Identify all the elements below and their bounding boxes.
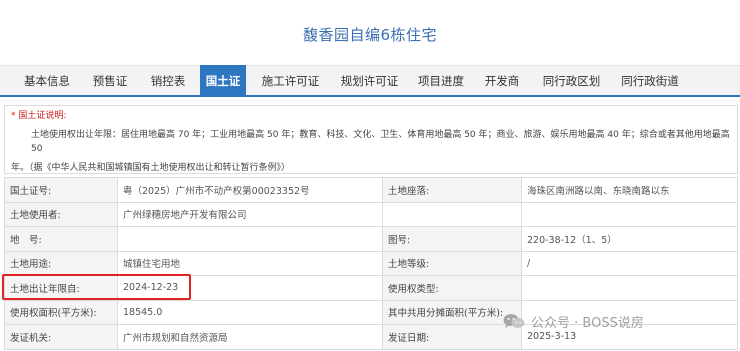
tab-construction-permit[interactable]: 施工许可证 xyxy=(253,66,328,96)
label-land-location: 土地座落: xyxy=(382,177,522,203)
label-land-user: 土地使用者: xyxy=(4,201,118,227)
tab-project-progress[interactable]: 项目进度 xyxy=(412,66,470,96)
watermark: 公众号 · BOSS说房 xyxy=(503,311,644,331)
land-certificate-note: * 国土证说明: 土地使用权出让年限：居住用地最高 70 年；工业用地最高 50… xyxy=(4,105,738,174)
table-row: 土地出让年限自: 2024-12-23 使用权类型: xyxy=(4,275,738,301)
watermark-text: 公众号 · BOSS说房 xyxy=(531,315,644,331)
empty-cell xyxy=(382,201,522,227)
label-right-type: 使用权类型: xyxy=(382,275,522,301)
value-certificate-no: 粤（2025）广州市不动产权第00023352号 xyxy=(117,177,383,203)
tab-basic-info[interactable]: 基本信息 xyxy=(14,66,80,96)
label-right-area: 使用权面积(平方米): xyxy=(4,299,118,325)
tab-same-street[interactable]: 同行政街道 xyxy=(613,66,687,96)
tab-bar: 基本信息 预售证 销控表 国土证 施工许可证 规划许可证 项目进度 开发商 同行… xyxy=(0,65,740,97)
label-map-number: 图号: xyxy=(382,226,522,252)
value-land-location: 海珠区南洲路以南、东晓南路以东 xyxy=(521,177,738,203)
label-issue-date: 发证日期: xyxy=(382,324,522,350)
value-right-area: 18545.0 xyxy=(117,299,383,325)
label-land-use: 土地用途: xyxy=(4,250,118,276)
table-row: 土地用途: 城镇住宅用地 土地等级: / xyxy=(4,250,738,276)
label-land-grade: 土地等级: xyxy=(382,250,522,276)
label-shared-area: 其中共用分摊面积(平方米): xyxy=(382,299,522,325)
tab-planning-permit[interactable]: 规划许可证 xyxy=(334,66,405,96)
note-line-2: 年。（据《中华人民共和国城镇国有土地使用权出让和转让暂行条例》） xyxy=(11,163,291,173)
label-certificate-no: 国土证号: xyxy=(4,177,118,203)
tab-presale-permit[interactable]: 预售证 xyxy=(83,66,137,96)
label-issuing-authority: 发证机关: xyxy=(4,324,118,350)
table-row: 国土证号: 粤（2025）广州市不动产权第00023352号 土地座落: 海珠区… xyxy=(4,177,738,203)
page-title: 馥香园自编6栋住宅 xyxy=(302,26,438,44)
tab-land-certificate[interactable]: 国土证 xyxy=(200,65,246,97)
tab-sales-control[interactable]: 销控表 xyxy=(141,66,195,96)
value-right-type xyxy=(521,275,738,301)
empty-cell xyxy=(521,201,738,227)
value-land-user: 广州绿穗房地产开发有限公司 xyxy=(117,201,383,227)
value-land-use: 城镇住宅用地 xyxy=(117,250,383,276)
table-row: 地 号: 图号: 220-38-12（1、5） xyxy=(4,226,738,252)
tab-developer[interactable]: 开发商 xyxy=(477,66,527,96)
wechat-icon xyxy=(503,313,525,329)
label-lot-number: 地 号: xyxy=(4,226,118,252)
value-lot-number xyxy=(117,226,383,252)
value-land-grade: / xyxy=(521,250,738,276)
value-map-number: 220-38-12（1、5） xyxy=(521,226,738,252)
note-line-1: 土地使用权出让年限：居住用地最高 70 年；工业用地最高 50 年；教育、科技、… xyxy=(31,130,730,154)
tab-same-district[interactable]: 同行政区划 xyxy=(536,66,607,96)
value-issuing-authority: 广州市规划和自然资源局 xyxy=(117,324,383,350)
label-grant-start: 土地出让年限自: xyxy=(4,275,118,301)
table-row: 土地使用者: 广州绿穗房地产开发有限公司 xyxy=(4,201,738,227)
note-heading: * 国土证说明: xyxy=(11,111,67,121)
value-grant-start: 2024-12-23 xyxy=(117,275,383,301)
